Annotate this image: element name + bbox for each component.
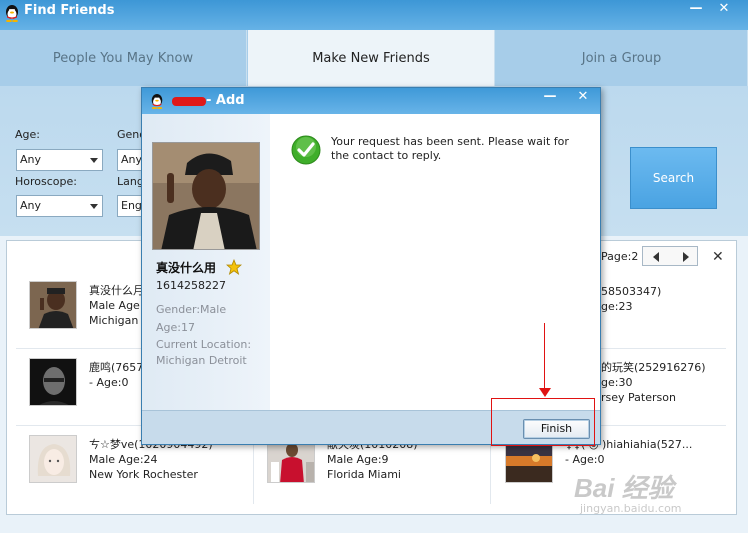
horoscope-label: Horoscope: [15,175,77,188]
minimize-button[interactable]: — [684,0,708,20]
next-page-icon[interactable] [683,252,689,262]
close-results-icon[interactable]: ✕ [712,249,724,265]
gender-select-value: Any [121,153,143,166]
tab-bar: People You May Know Make New Friends Joi… [0,30,748,86]
star-icon [226,259,242,275]
age-select[interactable]: Any [16,149,103,171]
person-photo-icon [153,143,259,249]
result-name: 的玩笑(252916276) [601,361,706,374]
avatar[interactable] [29,358,77,406]
result-location: Florida Miami [327,468,401,481]
page-nav [642,246,698,266]
list-item[interactable]: 的玩笑(252916276) ge:30 rsey Paterson [601,360,706,405]
dialog-minimize-button[interactable]: — [540,89,560,109]
profile-photo [152,142,260,250]
annotation-arrow-line [544,323,545,389]
confirmation-message: Your request has been sent. Please wait … [331,135,569,162]
age-label: Age: [15,128,40,141]
result-location: New York Rochester [89,468,198,481]
profile-age: Age:17 [156,321,195,334]
person-photo-icon [30,436,76,482]
chevron-down-icon [90,158,98,163]
page-indicator: Page:2 [601,250,639,263]
result-name: 鹿鸣(7657 [89,361,144,374]
gender-select[interactable]: Any [117,149,143,171]
list-item[interactable]: 鹿鸣(7657 - Age:0 [89,360,143,390]
result-gender-age: ge:23 [601,300,633,313]
age-select-value: Any [20,153,42,166]
window-title: Find Friends [24,3,115,18]
person-photo-icon [30,282,76,328]
profile-location: Michigan Detroit [156,354,247,367]
redacted-name [172,97,206,106]
result-gender-age: ge:30 [601,376,633,389]
dialog-title-bar: - Add — ✕ [142,88,600,114]
search-button[interactable]: Search [630,147,717,209]
annotation-arrow-head [539,388,551,397]
watermark-url: jingyan.baidu.com [580,502,682,515]
tab-people-you-may-know[interactable]: People You May Know [0,30,247,86]
profile-name: 真没什么用 [156,261,217,275]
profile-qq-number: 1614258227 [156,279,226,292]
close-button[interactable]: ✕ [712,0,736,20]
add-friend-dialog: - Add — ✕ 真没什么用 1614258227 Gender:Male A… [141,87,601,445]
result-gender-age: Male Age:9 [327,453,389,466]
result-gender-age: - Age:0 [89,376,129,389]
avatar[interactable] [29,281,77,329]
check-icon [291,135,321,165]
dialog-close-button[interactable]: ✕ [573,89,593,109]
list-item[interactable]: 58503347) ge:23 [601,284,661,314]
qq-logo-icon [151,94,163,109]
title-bar: Find Friends — ✕ [0,0,748,30]
dialog-title: - Add [206,93,245,108]
previous-page-icon[interactable] [653,252,659,262]
horoscope-select[interactable]: Any [16,195,103,217]
watermark: Bai 经验 jingyan.baidu.com [570,466,740,526]
person-photo-icon [30,359,76,405]
result-location: rsey Paterson [601,391,676,404]
tab-make-new-friends[interactable]: Make New Friends [248,30,495,86]
language-select[interactable]: Engl [117,195,145,217]
tab-join-a-group[interactable]: Join a Group [496,30,748,86]
qq-logo-icon [6,5,18,22]
chevron-down-icon [90,204,98,209]
avatar[interactable] [29,435,77,483]
result-name: 58503347) [601,285,662,298]
annotation-highlight-box [491,398,595,446]
result-gender-age: Male Age:24 [89,453,158,466]
profile-location-label: Current Location: [156,338,252,351]
result-gender-age: - Age:0 [565,453,605,466]
profile-sidebar: 真没什么用 1614258227 Gender:Male Age:17 Curr… [142,114,270,410]
horoscope-select-value: Any [20,199,42,212]
profile-gender: Gender:Male [156,303,227,316]
watermark-logo: Bai 经验 [574,473,674,503]
